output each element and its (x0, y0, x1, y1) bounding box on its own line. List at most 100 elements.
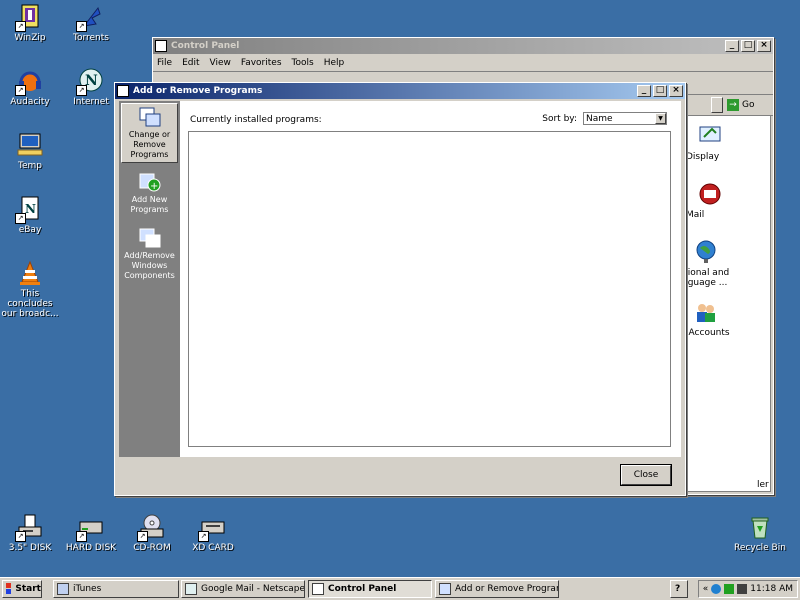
help-button[interactable]: ? (670, 580, 688, 598)
arp-main-panel: Currently installed programs: Sort by: N… (180, 101, 681, 457)
windows-logo-icon (6, 583, 13, 594)
task-label: Control Panel (328, 584, 397, 594)
minimize-button[interactable]: _ (637, 85, 651, 97)
sidebar-label: Add New Programs (130, 195, 169, 214)
cp-item-display[interactable]: Display (686, 124, 746, 162)
add-remove-programs-icon (439, 583, 451, 595)
window-title: Control Panel (171, 41, 240, 51)
menu-file[interactable]: File (157, 58, 172, 68)
control-panel-titlebar[interactable]: Control Panel _ □ × (153, 38, 773, 54)
desktop-icon-recycle-bin[interactable]: Recycle Bin (724, 514, 796, 553)
volume-icon[interactable] (737, 584, 748, 594)
add-remove-programs-window[interactable]: Add or Remove Programs _ □ × Change or R… (114, 82, 686, 496)
cp-item-partial-label: ler (757, 480, 769, 490)
desktop-icon-label: eBay (18, 225, 42, 235)
desktop-icon-label: XD CARD (192, 543, 234, 553)
go-button[interactable]: → Go (727, 97, 763, 112)
start-button[interactable]: Start (2, 580, 42, 598)
go-arrow-icon: → (727, 98, 739, 111)
cp-item-label: gional and nguage ... (682, 268, 730, 288)
desktop-icon-vlc[interactable]: This concludes our broadc... (0, 260, 66, 319)
torrent-icon: ↗ (76, 4, 104, 32)
installed-programs-list[interactable] (188, 131, 671, 447)
sidebar-label: Add/Remove Windows Components (124, 251, 175, 280)
netscape-icon (185, 583, 197, 595)
netscape-icon: N ↗ (76, 68, 104, 96)
go-label: Go (742, 99, 755, 110)
svg-text:+: + (150, 181, 158, 192)
installed-programs-label: Currently installed programs: (190, 115, 322, 125)
cp-item-user-accounts[interactable]: r Accounts (682, 300, 742, 338)
display-icon (698, 124, 722, 148)
recycle-bin-icon (747, 514, 773, 540)
desktop-icon-label: Recycle Bin (734, 543, 786, 553)
task-label: Add or Remove Programs (455, 584, 559, 594)
menu-bar: File Edit View Favorites Tools Help (153, 54, 773, 72)
add-remove-windows-components-button[interactable]: Add/Remove Windows Components (121, 225, 178, 285)
arp-sidebar: Change or Remove Programs + Add New Prog… (119, 101, 180, 457)
close-dialog-button[interactable]: Close (620, 464, 672, 486)
task-add-remove-programs[interactable]: Add or Remove Programs (435, 580, 559, 598)
globe-icon (694, 240, 718, 264)
clock: 11:18 AM (750, 584, 793, 594)
users-icon (694, 300, 718, 324)
add-remove-programs-icon (117, 85, 129, 97)
arp-footer: Close (119, 457, 681, 491)
windows-components-icon (139, 227, 161, 249)
desktop-icon-label: This concludes our broadc... (1, 289, 59, 319)
change-remove-icon (139, 106, 161, 128)
menu-help[interactable]: Help (324, 58, 345, 68)
headphones-icon: ↗ (15, 68, 43, 96)
add-programs-icon: + (139, 171, 161, 193)
arp-titlebar[interactable]: Add or Remove Programs _ □ × (115, 83, 685, 99)
cp-item-label: Mail (686, 210, 705, 220)
task-control-panel[interactable]: Control Panel (308, 580, 432, 598)
control-panel-icon (312, 583, 324, 595)
task-label: iTunes (73, 584, 102, 594)
cp-item-mail[interactable]: Mail (686, 182, 746, 220)
close-button[interactable]: × (669, 85, 683, 97)
task-itunes[interactable]: iTunes (53, 580, 179, 598)
menu-favorites[interactable]: Favorites (241, 58, 282, 68)
menu-view[interactable]: View (210, 58, 231, 68)
removable-disk-icon: ↗ (198, 514, 226, 542)
system-tray: « 11:18 AM (698, 580, 798, 598)
desktop-icon-label: Temp (18, 161, 42, 171)
task-label: Google Mail - Netscape N... (201, 584, 305, 594)
mail-icon (698, 182, 722, 206)
close-button[interactable]: × (757, 40, 771, 52)
add-new-programs-button[interactable]: + Add New Programs (121, 169, 178, 221)
cp-item-regional[interactable]: gional and nguage ... (682, 240, 742, 288)
desktop-icon-label: Torrents (73, 33, 109, 43)
menu-edit[interactable]: Edit (182, 58, 199, 68)
vlc-cone-icon (17, 260, 43, 286)
start-label: Start (15, 584, 41, 594)
minimize-button[interactable]: _ (725, 40, 739, 52)
menu-tools[interactable]: Tools (292, 58, 314, 68)
network-icon[interactable] (711, 584, 722, 594)
maximize-button[interactable]: □ (741, 40, 755, 52)
taskbar: Start iTunes Google Mail - Netscape N...… (0, 577, 800, 600)
desktop-icon-ebay[interactable]: N ↗ eBay (0, 196, 66, 235)
itunes-icon (57, 583, 69, 595)
hard-disk-icon: ↗ (76, 514, 104, 542)
chevron-down-icon[interactable]: ▼ (655, 113, 666, 124)
desktop-icon-temp[interactable]: Temp (0, 132, 66, 171)
security-icon[interactable] (724, 584, 735, 594)
desktop-icon-torrents[interactable]: ↗ Torrents (55, 4, 127, 43)
cp-item-label: r Accounts (682, 328, 730, 338)
cp-item-label: Display (686, 152, 720, 162)
change-remove-programs-button[interactable]: Change or Remove Programs (121, 103, 178, 163)
winzip-icon: ↗ (15, 4, 43, 32)
cd-drive-icon: ↗ (137, 514, 165, 542)
control-panel-icon (155, 40, 167, 52)
desktop-icon-xd-card[interactable]: ↗ XD CARD (177, 514, 249, 553)
maximize-button[interactable]: □ (653, 85, 667, 97)
floppy-drive-icon: ↗ (15, 514, 43, 542)
task-google-mail[interactable]: Google Mail - Netscape N... (181, 580, 305, 598)
window-title: Add or Remove Programs (133, 86, 263, 96)
sort-by-select[interactable]: Name ▼ (583, 112, 667, 125)
netscape-shortcut-icon: N ↗ (15, 196, 43, 224)
address-dropdown-button[interactable] (711, 97, 723, 113)
tray-chevron[interactable]: « (703, 584, 709, 594)
